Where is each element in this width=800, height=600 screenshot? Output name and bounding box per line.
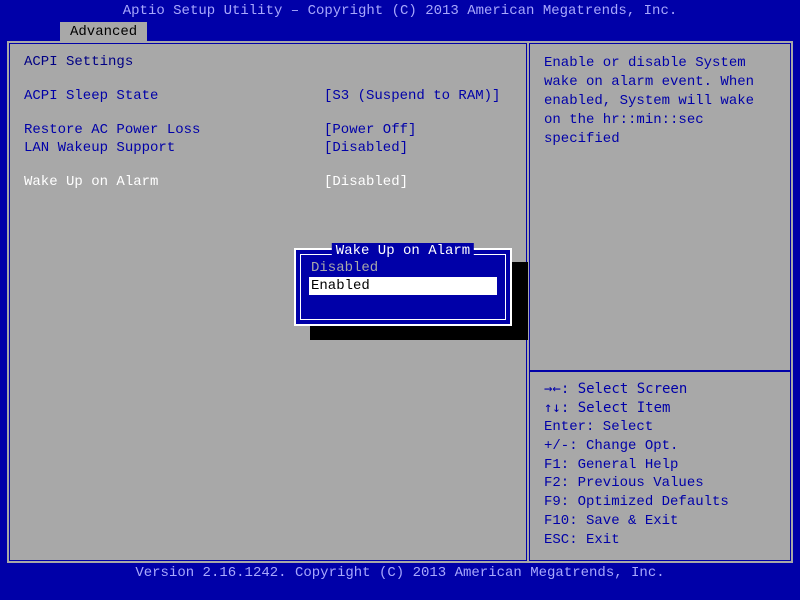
help-text: Enable or disable System wake on alarm e… xyxy=(544,54,776,148)
title-bar: Aptio Setup Utility – Copyright (C) 2013… xyxy=(0,0,800,22)
setting-value: [S3 (Suspend to RAM)] xyxy=(324,88,512,104)
setting-wake-on-alarm[interactable]: Wake Up on Alarm [Disabled] xyxy=(24,174,512,190)
main-area: ACPI Settings ACPI Sleep State [S3 (Susp… xyxy=(8,42,792,562)
key-legend: →←: Select Screen ↑↓: Select Item Enter:… xyxy=(544,380,776,550)
section-title: ACPI Settings xyxy=(24,54,512,70)
help-panel: Enable or disable System wake on alarm e… xyxy=(528,42,792,562)
legend-select-screen: →←: Select Screen xyxy=(544,380,776,399)
footer-bar: Version 2.16.1242. Copyright (C) 2013 Am… xyxy=(0,562,800,584)
setting-restore-ac[interactable]: Restore AC Power Loss [Power Off] xyxy=(24,122,512,138)
legend-enter: Enter: Select xyxy=(544,418,776,437)
settings-panel: ACPI Settings ACPI Sleep State [S3 (Susp… xyxy=(8,42,528,562)
popup-option-enabled[interactable]: Enabled xyxy=(309,277,497,295)
setting-label: Restore AC Power Loss xyxy=(24,122,324,138)
legend-f10: F10: Save & Exit xyxy=(544,512,776,531)
setting-value: [Disabled] xyxy=(324,140,512,156)
popup-title: Wake Up on Alarm xyxy=(332,243,474,259)
setting-value: [Power Off] xyxy=(324,122,512,138)
setting-value: [Disabled] xyxy=(324,174,512,190)
legend-change-opt: +/-: Change Opt. xyxy=(544,437,776,456)
divider xyxy=(530,370,790,372)
setting-label: LAN Wakeup Support xyxy=(24,140,324,156)
setting-lan-wakeup[interactable]: LAN Wakeup Support [Disabled] xyxy=(24,140,512,156)
setting-acpi-sleep-state[interactable]: ACPI Sleep State [S3 (Suspend to RAM)] xyxy=(24,88,512,104)
option-popup: Wake Up on Alarm Disabled Enabled xyxy=(294,248,512,326)
legend-f1: F1: General Help xyxy=(544,456,776,475)
legend-select-item: ↑↓: Select Item xyxy=(544,399,776,418)
legend-f2: F2: Previous Values xyxy=(544,474,776,493)
tab-row: Advanced xyxy=(0,22,800,42)
legend-esc: ESC: Exit xyxy=(544,531,776,550)
tab-advanced[interactable]: Advanced xyxy=(60,22,147,41)
popup-option-disabled[interactable]: Disabled xyxy=(309,259,497,277)
legend-f9: F9: Optimized Defaults xyxy=(544,493,776,512)
setting-label: Wake Up on Alarm xyxy=(24,174,324,190)
setting-label: ACPI Sleep State xyxy=(24,88,324,104)
